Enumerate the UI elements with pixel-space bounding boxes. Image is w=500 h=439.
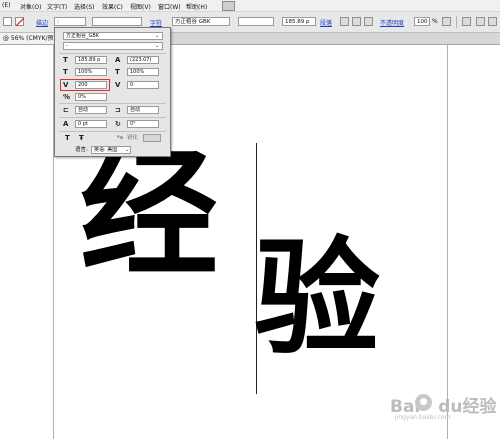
align-left-icon[interactable] xyxy=(340,17,349,26)
aki-right-field[interactable]: 自动 xyxy=(127,106,159,114)
tracking-field[interactable]: 200 xyxy=(75,81,107,89)
menu-view[interactable]: 视图(V) xyxy=(130,2,151,11)
menu-effect[interactable]: 效果(C) xyxy=(102,2,123,11)
panel-font-family-field[interactable]: 方正粗谷_GBK xyxy=(63,32,163,40)
vertical-scale-field[interactable]: 100% xyxy=(75,68,107,76)
more-options-icon[interactable] xyxy=(488,17,497,26)
align-center-icon[interactable] xyxy=(352,17,361,26)
chevron-down-icon[interactable]: ⌄ xyxy=(155,32,159,40)
menu-help[interactable]: 帮助(H) xyxy=(186,2,207,11)
font-size-field[interactable]: 185.89 p xyxy=(282,17,316,26)
character-panel: 方正粗谷_GBK ⌄ - ⌄ T 185.89 p A (223.07) T 1… xyxy=(54,27,171,157)
font-style-field[interactable] xyxy=(238,17,274,26)
stroke-weight-field[interactable]: : xyxy=(54,17,86,26)
menu-window[interactable]: 窗口(W) xyxy=(158,2,181,11)
panel-font-style-field[interactable]: - xyxy=(63,42,163,50)
rotation-icon: ↻ xyxy=(115,120,121,128)
recolor-icon[interactable] xyxy=(442,17,451,26)
panel-menu-icon[interactable] xyxy=(476,17,485,26)
chevron-down-icon[interactable]: ⌄ xyxy=(125,146,129,154)
tsume-field[interactable]: 0% xyxy=(75,93,107,101)
text-character-1[interactable]: 经 xyxy=(80,146,218,284)
artboard-edge-right xyxy=(447,45,448,439)
leading-icon: A xyxy=(115,56,121,64)
font-family-field[interactable]: 方正粗谷 GBK xyxy=(172,17,230,26)
variable-width-field[interactable] xyxy=(92,17,142,26)
font-size-field[interactable]: 185.89 p xyxy=(75,56,107,64)
panel-divider xyxy=(59,131,166,132)
menu-edit[interactable]: (E) xyxy=(2,2,10,9)
aki-left-icon: ⊏ xyxy=(63,106,69,114)
character-link[interactable]: 字符 xyxy=(150,18,162,27)
baseline-shift-icon: A xyxy=(63,120,69,128)
kerning-icon: V xyxy=(115,81,121,89)
paragraph-link[interactable]: 段落 xyxy=(320,18,332,27)
text-character-2[interactable]: 验 xyxy=(254,236,380,362)
language-label: 语言: xyxy=(75,147,88,153)
font-size-icon: T xyxy=(63,56,68,64)
kerning-field[interactable]: 0 xyxy=(127,81,159,89)
panel-divider xyxy=(59,103,166,104)
paw-icon: ● xyxy=(415,394,432,411)
stroke-swatch-icon[interactable] xyxy=(15,17,25,27)
antialias-label: 锐化 xyxy=(127,135,139,141)
align-right-icon[interactable] xyxy=(364,17,373,26)
rotation-field[interactable]: 0° xyxy=(127,120,159,128)
opacity-link[interactable]: 不透明度 xyxy=(380,18,404,27)
toolbar-divider xyxy=(456,16,457,28)
menu-object[interactable]: 对象(O) xyxy=(20,2,41,11)
vertical-scale-icon: T xyxy=(63,68,68,76)
tt-strikethrough-icon[interactable]: Ŧ xyxy=(79,134,84,142)
aki-left-field[interactable]: 自动 xyxy=(75,106,107,114)
baseline-shift-field[interactable]: 0 pt xyxy=(75,120,107,128)
watermark-url: jingyan.baidu.com xyxy=(395,414,451,421)
panel-divider xyxy=(59,53,166,54)
fill-swatch-icon[interactable] xyxy=(3,17,12,26)
watermark-text-post: 经验 xyxy=(462,397,497,417)
opacity-unit: % xyxy=(432,18,438,25)
panel-divider xyxy=(59,117,166,118)
horizontal-scale-field[interactable]: 100% xyxy=(127,68,159,76)
aki-right-icon: ⊐ xyxy=(115,106,121,114)
menu-type[interactable]: 文字(T) xyxy=(47,2,67,11)
tt-underline-icon[interactable]: T xyxy=(65,134,70,142)
antialias-icon: ªa xyxy=(117,135,123,141)
stroke-link[interactable]: 描边 xyxy=(36,18,48,27)
horizontal-scale-icon: T xyxy=(115,68,120,76)
transform-icon[interactable] xyxy=(462,17,471,26)
leading-field[interactable]: (223.07) xyxy=(127,56,159,64)
chevron-down-icon[interactable]: ⌄ xyxy=(155,42,159,50)
tracking-icon: V xyxy=(63,81,69,89)
antialias-dropdown[interactable] xyxy=(143,134,161,142)
menu-bar: (E) 对象(O) 文字(T) 选择(S) 效果(C) 视图(V) 窗口(W) … xyxy=(0,0,500,12)
bridge-icon[interactable] xyxy=(222,1,235,11)
menu-select[interactable]: 选择(S) xyxy=(74,2,95,11)
no-stroke-icon xyxy=(15,17,25,27)
tsume-icon: % xyxy=(63,93,71,101)
opacity-field[interactable]: 100 xyxy=(414,17,430,26)
